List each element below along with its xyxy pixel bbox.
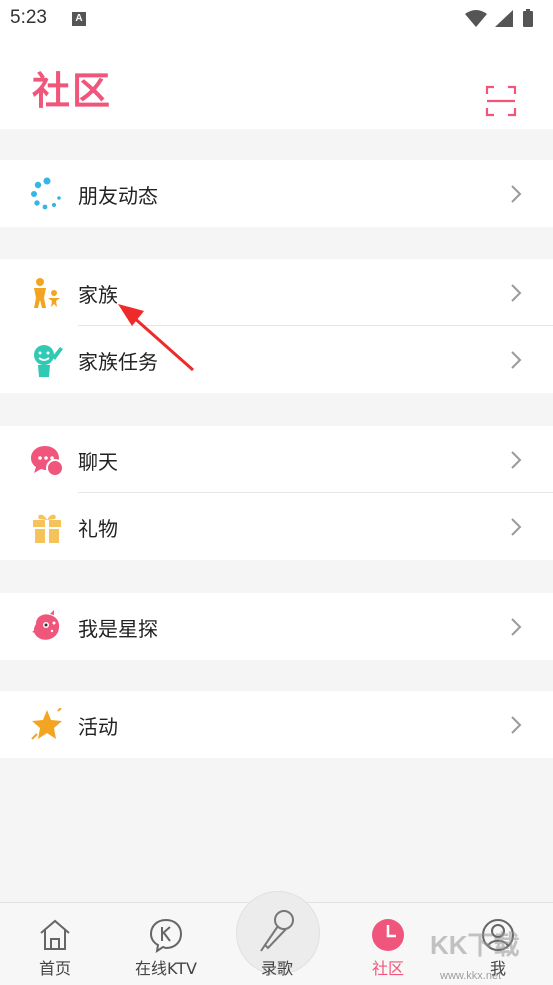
- microphone-icon: [259, 909, 295, 952]
- menu-item-friends-feed[interactable]: 朋友动态: [0, 160, 553, 227]
- event-star-icon: [30, 707, 64, 742]
- tab-home[interactable]: 首页: [5, 903, 105, 985]
- menu-item-family-task[interactable]: 家族任务: [0, 326, 553, 393]
- scan-button[interactable]: [485, 85, 517, 117]
- chevron-right-icon: [509, 350, 523, 370]
- status-time: 5:23: [10, 7, 47, 28]
- menu-group-2: 家族 家族任务: [0, 259, 553, 393]
- battery-icon: [523, 9, 533, 27]
- tab-record[interactable]: 录歌: [227, 903, 327, 985]
- page-title: 社区: [32, 69, 113, 113]
- tab-online-ktv[interactable]: 在线KTV: [116, 903, 216, 985]
- menu-group-4: 我是星探: [0, 593, 553, 660]
- wifi-icon: [465, 10, 487, 27]
- menu-item-label: 礼物: [78, 517, 118, 541]
- menu-item-gift[interactable]: 礼物: [0, 493, 553, 560]
- page-header: 社区: [0, 38, 553, 129]
- watermark-logo: KK下载: [430, 930, 520, 960]
- tab-label: 首页: [38, 959, 71, 978]
- menu-item-label: 活动: [78, 715, 118, 739]
- menu-item-label: 我是星探: [78, 617, 158, 641]
- menu-group-1: 朋友动态: [0, 160, 553, 227]
- menu-item-label: 家族任务: [78, 350, 158, 374]
- tab-label: 录歌: [260, 959, 293, 978]
- family-task-icon: [30, 343, 64, 377]
- tab-label: 在线KTV: [135, 959, 197, 978]
- menu-group-3: 聊天 礼物: [0, 426, 553, 560]
- menu-item-chat[interactable]: 聊天: [0, 426, 553, 493]
- menu-item-talent-scout[interactable]: 我是星探: [0, 593, 553, 660]
- chevron-right-icon: [509, 283, 523, 303]
- friends-feed-icon: [30, 177, 64, 211]
- home-icon: [37, 917, 73, 953]
- community-clock-icon: [370, 917, 406, 953]
- menu-item-events[interactable]: 活动: [0, 691, 553, 758]
- menu-item-label: 聊天: [78, 450, 118, 474]
- status-icons: [463, 8, 543, 34]
- chevron-right-icon: [509, 450, 523, 470]
- chevron-right-icon: [509, 517, 523, 537]
- scan-icon: [485, 85, 517, 117]
- chat-icon: [30, 443, 64, 477]
- menu-item-family[interactable]: 家族: [0, 259, 553, 326]
- menu-group-5: 活动: [0, 691, 553, 758]
- gift-icon: [30, 510, 64, 544]
- chevron-right-icon: [509, 617, 523, 637]
- notification-icon: A: [72, 12, 86, 26]
- talent-scout-icon: [30, 610, 64, 644]
- status-bar: 5:23 A: [0, 0, 553, 38]
- chevron-right-icon: [509, 715, 523, 735]
- ktv-icon: [148, 917, 184, 954]
- family-icon: [30, 276, 64, 310]
- tab-community[interactable]: 社区: [338, 903, 438, 985]
- menu-item-label: 朋友动态: [78, 184, 158, 208]
- signal-icon: [495, 10, 513, 27]
- chevron-right-icon: [509, 184, 523, 204]
- menu-item-label: 家族: [78, 283, 118, 307]
- watermark-site: www.kkx.net: [440, 970, 502, 982]
- tab-label: 社区: [371, 959, 404, 978]
